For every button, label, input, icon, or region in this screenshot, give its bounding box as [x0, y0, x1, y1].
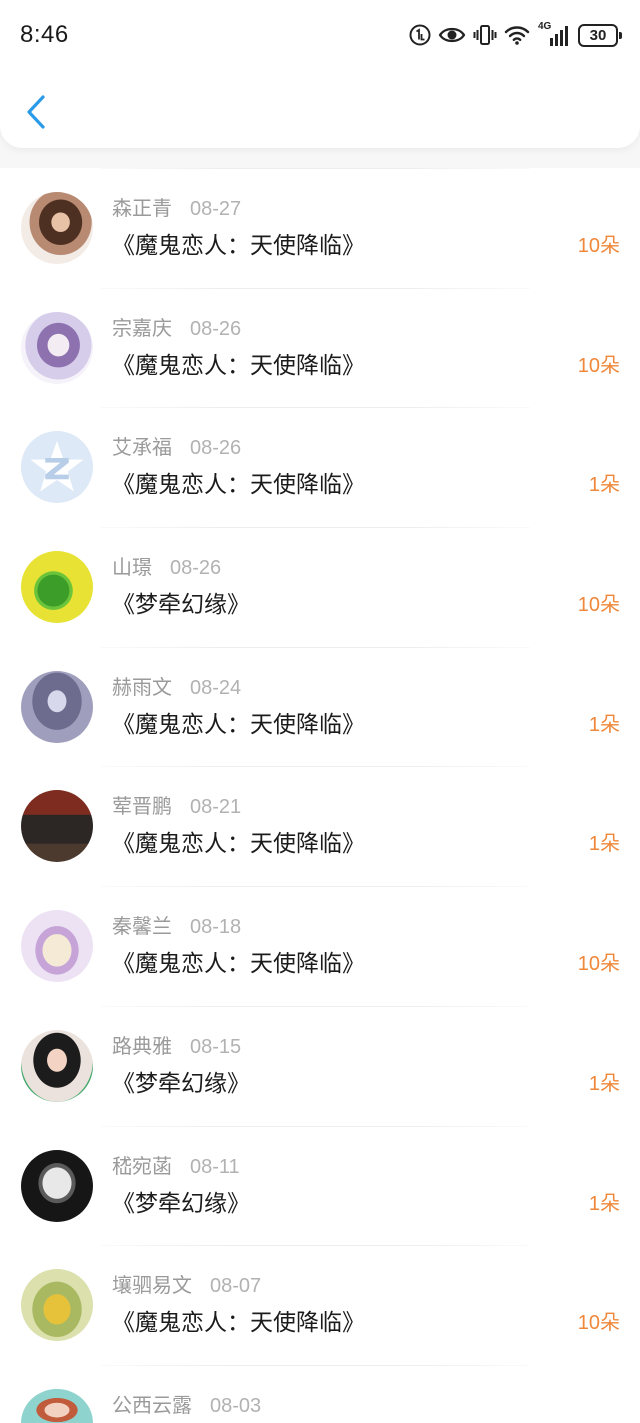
user-name: 宗嘉庆: [112, 317, 172, 340]
list-item[interactable]: 山璟 08-26 《梦牵幻缘》 10朵: [0, 527, 640, 647]
user-name: 壤驷易文: [112, 1275, 192, 1298]
item-title: 《魔鬼恋人：天使降临》: [112, 351, 365, 378]
item-meta: 路典雅 08-15: [112, 1035, 241, 1059]
flower-count: 10朵: [577, 594, 620, 617]
item-date: 08-03: [210, 1394, 262, 1417]
gift-list: 森正青 08-27 《魔鬼恋人：天使降临》 10朵 宗嘉庆 08-26 《魔鬼恋人：…: [0, 168, 640, 1423]
item-date: 08-18: [190, 916, 242, 939]
list-item[interactable]: 赫雨文 08-24 《魔鬼恋人：天使降临》 1朵: [0, 646, 640, 767]
flower-count: 10朵: [577, 953, 620, 976]
top-bar: 8:46 4G 30: [0, 0, 640, 148]
avatar[interactable]: [21, 1149, 93, 1222]
avatar[interactable]: [21, 670, 93, 743]
item-title: 《梦牵幻缘》: [112, 1189, 250, 1216]
avatar[interactable]: [21, 311, 93, 384]
battery-icon: 30: [578, 23, 622, 47]
user-name: 秦馨兰: [112, 916, 172, 939]
avatar[interactable]: [21, 790, 93, 863]
status-icons: 4G 30: [409, 21, 622, 48]
item-title: 《魔鬼恋人：天使降临》: [112, 710, 365, 737]
avatar[interactable]: [21, 431, 93, 504]
user-name: 森正青: [112, 198, 172, 220]
flower-count: 1朵: [588, 1072, 620, 1095]
wifi-icon: [504, 25, 530, 45]
avatar[interactable]: [21, 1269, 93, 1342]
item-title: 《魔鬼恋人：天使降临》: [112, 232, 365, 258]
avatar[interactable]: [21, 1388, 93, 1423]
list-item[interactable]: 路典雅 08-15 《梦牵幻缘》 1朵: [0, 1005, 640, 1126]
item-meta: 荤晋鹏 08-21: [112, 795, 241, 819]
item-title: 《魔鬼恋人：天使降临》: [112, 1309, 365, 1336]
list-item[interactable]: 公西云露 08-03: [0, 1364, 640, 1423]
item-date: 08-26: [190, 437, 242, 460]
item-title: 《魔鬼恋人：天使降临》: [112, 830, 365, 857]
item-title: 《梦牵幻缘》: [112, 591, 250, 618]
avatar[interactable]: [21, 910, 93, 983]
list-item[interactable]: 嵇宛菡 08-11 《梦牵幻缘》 1朵: [0, 1125, 640, 1246]
chevron-left-icon: [25, 94, 47, 134]
user-name: 路典雅: [112, 1035, 172, 1058]
item-date: 08-24: [190, 676, 242, 699]
flower-count: 10朵: [577, 235, 620, 257]
flower-count: 10朵: [577, 354, 620, 377]
flower-count: 1朵: [588, 1192, 620, 1215]
avatar[interactable]: [21, 551, 93, 624]
user-name: 艾承福: [112, 437, 172, 460]
user-name: 荤晋鹏: [112, 796, 172, 819]
user-name: 公西云露: [112, 1394, 192, 1417]
flower-count: 10朵: [577, 1312, 620, 1335]
list-item[interactable]: 秦馨兰 08-18 《魔鬼恋人：天使降临》 10朵: [0, 886, 640, 1006]
item-meta: 壤驷易文 08-07: [112, 1274, 261, 1298]
item-date: 08-15: [190, 1035, 242, 1058]
avatar[interactable]: [21, 192, 93, 264]
status-time: 8:46: [20, 21, 69, 48]
item-meta: 赫雨文 08-24: [112, 676, 241, 700]
hd-call-icon: [409, 24, 431, 46]
flower-count: 1朵: [588, 474, 620, 497]
item-meta: 森正青 08-27: [112, 197, 241, 221]
flower-count: 1朵: [588, 833, 620, 856]
user-name: 山璟: [112, 557, 152, 580]
item-title: 《魔鬼恋人：天使降临》: [112, 471, 365, 498]
flower-count: 1朵: [588, 713, 620, 736]
vibrate-icon: [473, 24, 497, 46]
item-title: 《魔鬼恋人：天使降临》: [112, 950, 365, 977]
item-date: 08-11: [190, 1155, 240, 1178]
item-title: 《梦牵幻缘》: [112, 1069, 250, 1096]
list-item[interactable]: 森正青 08-27 《魔鬼恋人：天使降临》 10朵: [0, 168, 640, 288]
back-button[interactable]: [18, 92, 54, 136]
item-date: 08-26: [190, 317, 242, 340]
avatar[interactable]: [21, 1029, 93, 1102]
battery-level: 30: [589, 26, 607, 44]
item-date: 08-27: [190, 198, 242, 220]
item-meta: 宗嘉庆 08-26: [112, 317, 241, 341]
item-meta: 山璟 08-26: [112, 556, 221, 580]
item-date: 08-26: [170, 557, 222, 580]
signal-icon: 4G: [537, 21, 569, 47]
list-item[interactable]: 艾承福 08-26 《魔鬼恋人：天使降临》 1朵: [0, 407, 640, 527]
item-meta: 艾承福 08-26: [112, 436, 241, 460]
item-meta: 嵇宛菡 08-11: [112, 1155, 240, 1179]
item-date: 08-07: [210, 1275, 262, 1298]
user-name: 赫雨文: [112, 676, 172, 699]
list-item[interactable]: 壤驷易文 08-07 《魔鬼恋人：天使降临》 10朵: [0, 1245, 640, 1365]
eye-icon: [438, 25, 466, 45]
item-meta: 秦馨兰 08-18: [112, 915, 241, 939]
item-date: 08-21: [190, 796, 242, 819]
list-item[interactable]: 宗嘉庆 08-26 《魔鬼恋人：天使降临》 10朵: [0, 287, 640, 408]
item-meta: 公西云露 08-03: [112, 1394, 261, 1418]
list-item[interactable]: 荤晋鹏 08-21 《魔鬼恋人：天使降临》 1朵: [0, 766, 640, 886]
user-name: 嵇宛菡: [112, 1155, 172, 1178]
